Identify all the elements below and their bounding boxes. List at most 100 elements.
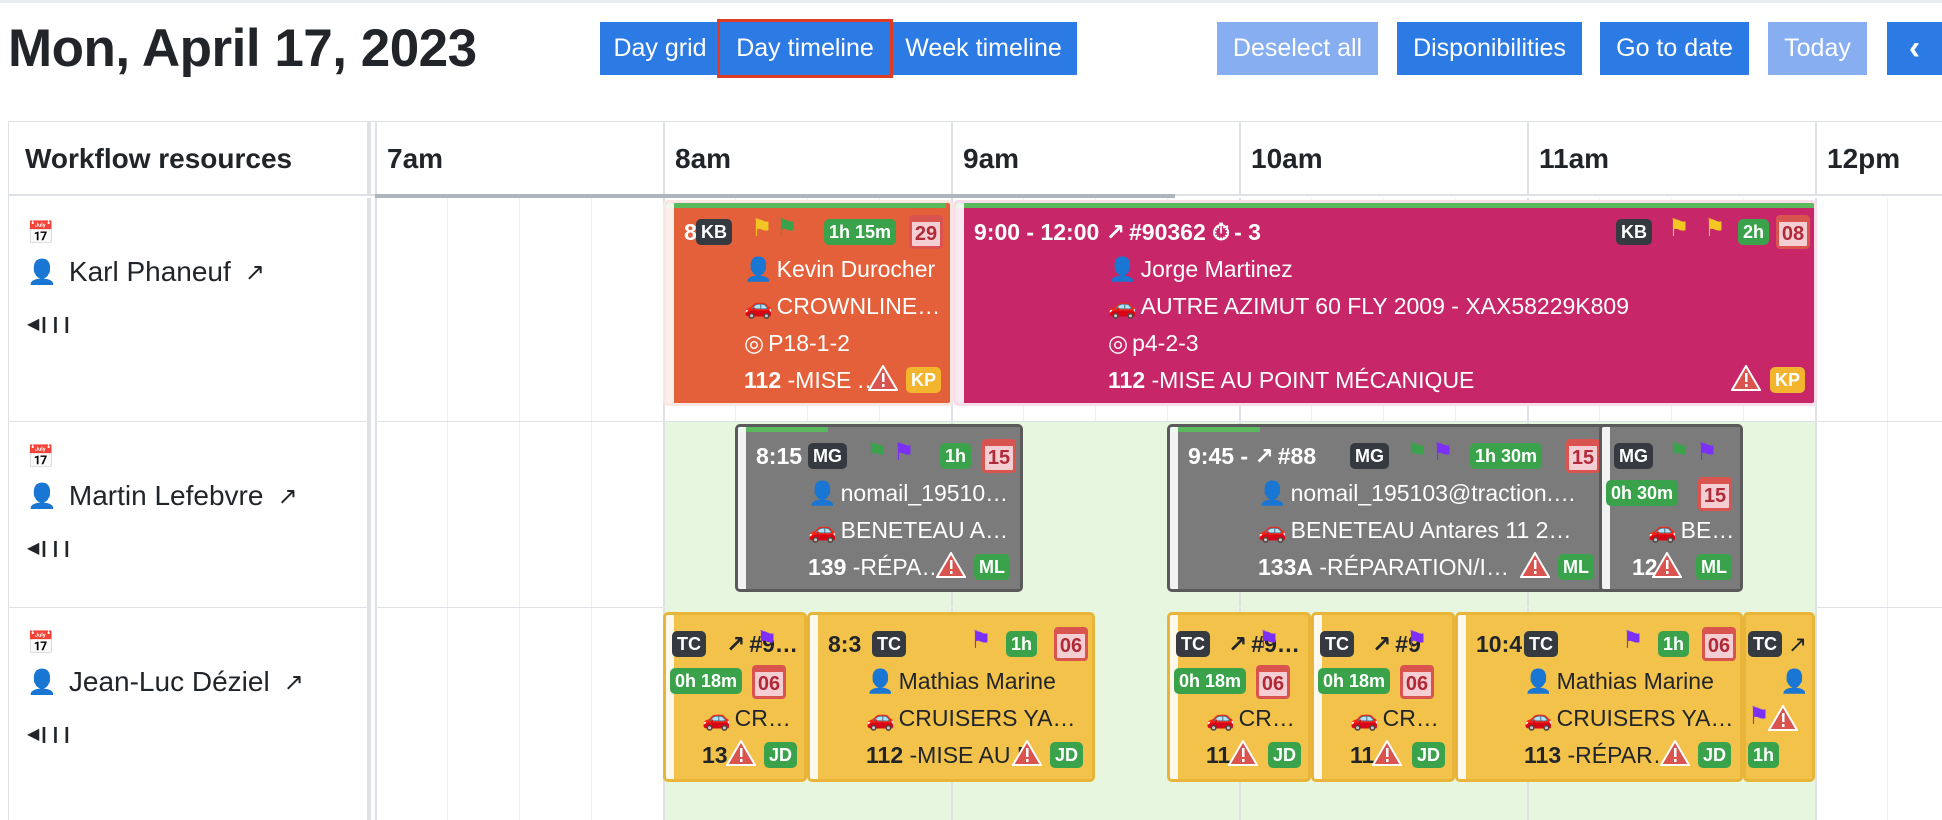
- progress-bar: [1170, 427, 1260, 432]
- grid-line: [1815, 608, 1817, 820]
- car-icon: 🚗: [744, 293, 773, 319]
- drag-handle-icon[interactable]: ◀❙❙❙: [27, 314, 74, 334]
- view-day-timeline-button[interactable]: Day timeline: [717, 19, 893, 78]
- external-link-icon[interactable]: ↗: [726, 631, 745, 658]
- external-link-icon[interactable]: ↗: [1372, 631, 1391, 658]
- tech-badge: TC: [1320, 631, 1354, 657]
- duration-badge: 1h: [1658, 631, 1690, 657]
- drag-handle-icon[interactable]: ◀❙❙❙: [27, 538, 74, 558]
- grid-line: [1887, 422, 1888, 607]
- grid-line: [663, 422, 665, 607]
- resource-row-karl-phaneuf[interactable]: 📅 👤 Karl Phaneuf ↗ ◀❙❙❙: [9, 198, 371, 422]
- event-block[interactable]: 9:00 - 12:00 ↗ #90362 ⏱ - 3 KB ⚑ ⚑ 2h 08 👤…: [953, 200, 1817, 406]
- external-link-icon[interactable]: ↗: [277, 482, 297, 511]
- tech-badge: TC: [872, 631, 906, 657]
- assignee-badge: ML: [1696, 554, 1732, 580]
- flag-icon: ⚑: [1668, 215, 1690, 242]
- resource-name[interactable]: Karl Phaneuf: [69, 256, 231, 288]
- flag-icon: ⚑: [1668, 439, 1690, 466]
- person-icon: 👤: [1258, 480, 1287, 506]
- grid-line: [1743, 422, 1744, 607]
- event-marker: [666, 203, 674, 403]
- go-to-date-button[interactable]: Go to date: [1600, 22, 1749, 75]
- calendar-icon[interactable]: 📅: [27, 630, 54, 656]
- duration-badge: 1h 30m: [1470, 443, 1543, 469]
- prev-day-button[interactable]: ‹: [1887, 22, 1942, 75]
- due-date-badge: 06: [752, 665, 786, 699]
- timer-icon: ⏱: [1212, 219, 1231, 245]
- event-block[interactable]: 8 KB ⚑ ⚑ 1h 15m 29 👤 Kevin Durocher 🚗 CROW…: [663, 200, 953, 406]
- external-link-icon[interactable]: ↗: [1228, 631, 1247, 658]
- chevron-left-icon: ‹: [1908, 29, 1921, 67]
- grid-line: [1095, 422, 1096, 607]
- event-block[interactable]: TC ↗ 👤… ⚑ 1h: [1743, 612, 1815, 782]
- timeline-grid: Workflow resources 7am 8am 9am 10am 11am…: [8, 121, 1942, 820]
- event-block[interactable]: TC ↗ #9 ⚑ 0h 18m 06 🚗 CR… 11 JD: [1311, 612, 1455, 782]
- resource-row-jean-luc-deziel[interactable]: 📅 👤 Jean-Luc Déziel ↗ ◀❙❙❙: [9, 608, 371, 820]
- flag-icon: ⚑: [1704, 215, 1726, 242]
- flag-icon: ⚑: [893, 439, 915, 466]
- assignee-badge: JD: [1412, 742, 1446, 768]
- tech-badge: TC: [1524, 631, 1558, 657]
- view-day-grid-button[interactable]: Day grid: [600, 22, 720, 75]
- duration-badge: 0h 18m: [670, 668, 743, 694]
- warning-icon: [1012, 740, 1042, 766]
- event-block[interactable]: MG ⚑ ⚑ 0h 30m 15 🚗 BE… 12 ML: [1599, 424, 1743, 592]
- car-icon: 🚗: [866, 705, 895, 731]
- calendar-icon[interactable]: 📅: [27, 444, 54, 470]
- hour-header-9am: 9am: [951, 122, 1239, 196]
- flag-icon: ⚑: [866, 439, 888, 466]
- person-icon: 👤: [1524, 668, 1553, 694]
- person-icon: 👤: [1108, 256, 1137, 282]
- flag-icon: ⚑: [751, 215, 773, 242]
- flag-icon: ⚑: [756, 627, 778, 654]
- tech-badge: MG: [1614, 443, 1653, 469]
- calendar-icon[interactable]: 📅: [27, 220, 54, 246]
- warning-icon: [936, 552, 966, 578]
- resource-row-martin-lefebvre[interactable]: 📅 👤 Martin Lefebvre ↗ ◀❙❙❙: [9, 422, 371, 608]
- external-link-icon[interactable]: ↗: [1788, 631, 1807, 658]
- event-block[interactable]: 9:45 - ↗ #88 MG ⚑ ⚑ 1h 30m 15 👤 nomail_195…: [1167, 424, 1607, 592]
- disponibilities-button[interactable]: Disponibilities: [1397, 22, 1582, 75]
- location-target-icon: ◎: [1108, 330, 1129, 356]
- grid-line: [375, 198, 377, 421]
- event-marker: [810, 615, 818, 779]
- tech-badge: MG: [1350, 443, 1389, 469]
- assignee-badge: JD: [764, 742, 798, 768]
- due-date-badge: 15: [982, 439, 1016, 473]
- event-block[interactable]: 8:15 MG ⚑ ⚑ 1h 15 👤 nomail_19510… 🚗 BENETE…: [735, 424, 1023, 592]
- drag-handle-icon[interactable]: ◀❙❙❙: [27, 724, 74, 744]
- event-block[interactable]: TC ↗#9103 ⚑ 0h 18m 06 🚗CR… 13 JD: [663, 612, 807, 782]
- deselect-all-button[interactable]: Deselect all: [1217, 22, 1378, 75]
- event-block[interactable]: 10:4 TC ⚑ 1h 06 👤 Mathias Marine 🚗 CRUISER…: [1455, 612, 1743, 782]
- hour-header-8am: 8am: [663, 122, 951, 196]
- tech-badge: TC: [1176, 631, 1210, 657]
- grid-line: [1023, 422, 1024, 607]
- grid-line: [591, 608, 592, 820]
- location-target-icon: ◎: [744, 330, 765, 356]
- person-icon: 👤: [27, 668, 57, 696]
- external-link-icon[interactable]: ↗: [284, 668, 304, 697]
- event-block[interactable]: 8:3 TC ⚑ 1h 06 👤 Mathias Marine 🚗 CRUISERS…: [807, 612, 1095, 782]
- today-button[interactable]: Today: [1768, 22, 1867, 75]
- external-link-icon[interactable]: ↗: [1106, 219, 1125, 246]
- top-divider: [0, 0, 1942, 3]
- event-block[interactable]: TC ↗ #9103 ⚑ 0h 18m 06 🚗 CR… 11 JD: [1167, 612, 1311, 782]
- resource-name[interactable]: Jean-Luc Déziel: [69, 666, 270, 698]
- event-marker: [738, 427, 746, 589]
- due-date-badge: 08: [1776, 215, 1810, 249]
- tech-badge: MG: [808, 443, 847, 469]
- grid-line: [519, 422, 520, 607]
- car-icon: 🚗: [1108, 293, 1137, 319]
- resource-name[interactable]: Martin Lefebvre: [69, 480, 264, 512]
- person-icon: 👤: [27, 258, 57, 286]
- event-marker: [956, 203, 964, 403]
- external-link-icon[interactable]: ↗: [1254, 443, 1273, 470]
- flag-icon: ⚑: [776, 215, 798, 242]
- due-date-badge: 06: [1054, 627, 1088, 661]
- view-week-timeline-button[interactable]: Week timeline: [890, 22, 1077, 75]
- warning-icon: [1228, 740, 1258, 766]
- external-link-icon[interactable]: ↗: [245, 258, 265, 287]
- assignee-badge: JD: [1268, 742, 1302, 768]
- event-marker: [1458, 615, 1466, 779]
